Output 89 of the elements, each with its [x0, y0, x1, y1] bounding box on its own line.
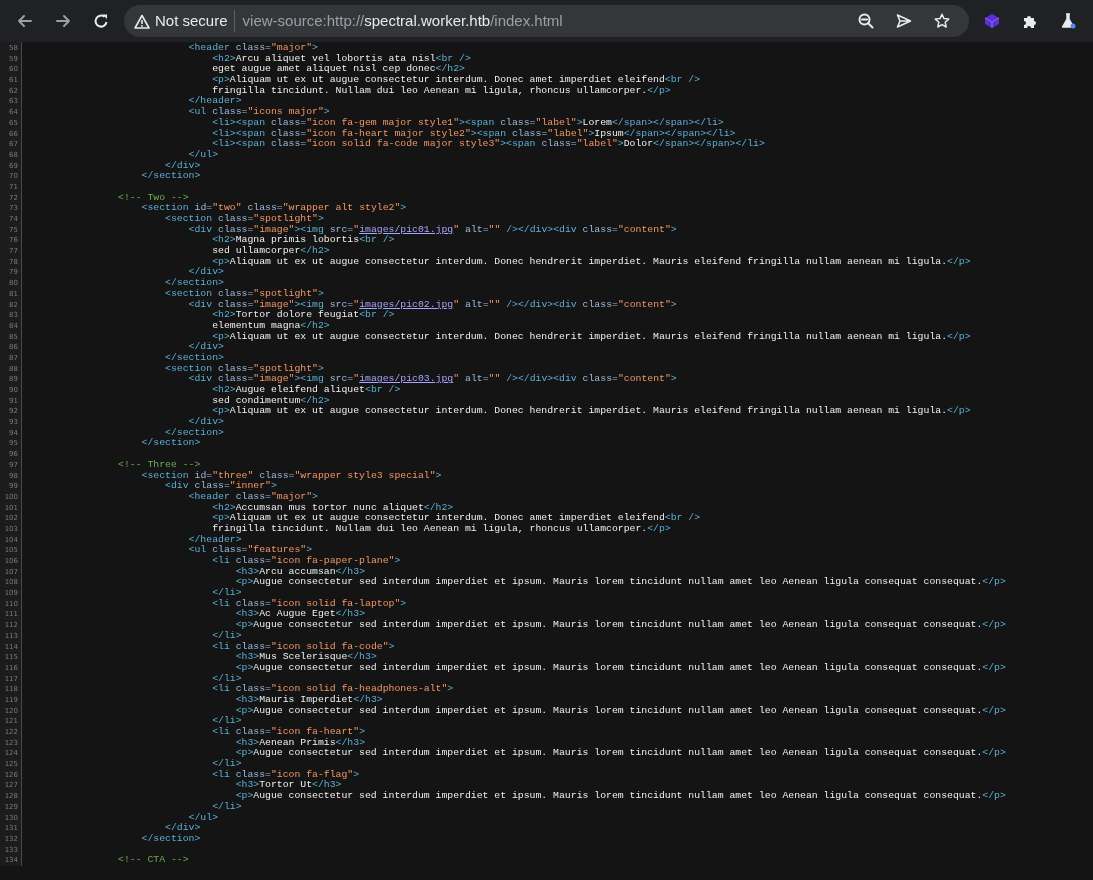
code-line: <div class="image"><img src="images/pic02.jpg" alt="" /></div><div class="content">: [188, 299, 677, 310]
code-line: <p>Augue consectetur sed interdum imperdiet et ipsum. Mauris lorem tincidunt nullam amet leo Aenean ligula consequat consequat.</p>: [235, 748, 1006, 759]
code-line: <p>Aliquam ut ex ut augue consectetur interdum. Donec amet imperdiet eleifend<br />: [212, 75, 701, 86]
code-comment: <!-- Three -->: [118, 459, 201, 471]
code-line: <li class="icon solid fa-code">: [212, 641, 395, 652]
code-line: <p>Augue consectetur sed interdum imperdiet et ipsum. Mauris lorem tincidunt nullam amet leo Aenean ligula consequat consequat.</p>: [235, 791, 1006, 802]
code-line: </li>: [212, 759, 242, 770]
code-line: sed ullamcorper</h2>: [212, 246, 330, 257]
code-comment: <!-- CTA -->: [118, 855, 189, 866]
code-line: </li>: [212, 801, 242, 813]
code-line: </section>: [165, 278, 224, 289]
code-line: <section id="three" class="wrapper style3 special">: [141, 470, 442, 481]
code-line: eget augue amet aliquet nisl cep donec</h2>: [212, 64, 465, 75]
code-line: </li>: [212, 588, 242, 599]
source-link[interactable]: images/pic02.jpg: [359, 298, 454, 310]
code-line: </li>: [212, 630, 242, 642]
code-line: <div class="image"><img src="images/pic01.jpg" alt="" /></div><div class="content">: [188, 224, 677, 235]
code-line: </section>: [141, 171, 201, 182]
code-line: <h2>Magna primis lobortis<br />: [212, 235, 395, 246]
code-line: <div class="image"><img src="images/pic03.jpg" alt="" /></div><div class="content">: [188, 374, 677, 385]
code-line: </div>: [188, 342, 224, 353]
code-line: </div>: [165, 160, 201, 171]
puzzle-icon: [1022, 13, 1038, 29]
code-line: <li><span class="icon fa-heart major style2"><span class="label">Ipsum</span></span></li>: [212, 128, 736, 139]
code-line: <p>Augue consectetur sed interdum imperdiet et ipsum. Mauris lorem tincidunt nullam amet leo Aenean ligula consequat consequat.</p>: [235, 705, 1006, 716]
code-line: <header class="major">: [188, 491, 318, 503]
code-line: <ul class="features">: [188, 545, 313, 556]
code-line: <li><span class="icon solid fa-code major style3"><span class="label">Dolor</span></span></li>: [212, 139, 765, 150]
code-line: </div>: [188, 417, 224, 428]
source-link[interactable]: images/pic03.jpg: [359, 373, 454, 385]
code-line: <p>Augue consectetur sed interdum imperdiet et ipsum. Mauris lorem tincidunt nullam amet leo Aenean ligula consequat consequat.</p>: [235, 620, 1006, 631]
code-line: <h3>Tortor Ut</h3>: [235, 780, 342, 792]
zoom-out-icon: [858, 13, 874, 29]
cube-icon: [984, 13, 1000, 29]
code-line: <p>Augue consectetur sed interdum imperdiet et ipsum. Mauris lorem tincidunt nullam amet leo Aenean ligula consequat consequat.</p>: [235, 662, 1006, 674]
code-line: <section class="spotlight">: [165, 288, 324, 300]
code-line: <h2>Arcu aliquet vel lobortis ata nisl<br />: [212, 53, 471, 64]
forward-arrow-icon: [55, 13, 71, 29]
code-line: fringilla tincidunt. Nullam dui leo Aenean mi ligula, rhoncus ullamcorper.</p>: [212, 523, 671, 535]
code-line: </header>: [188, 96, 242, 107]
code-line: <li class="icon fa-flag">: [212, 769, 360, 780]
code-line: <h3>Mauris Imperdiet</h3>: [235, 694, 383, 706]
code-line: <section class="spotlight">: [165, 363, 324, 374]
code-line: </ul>: [188, 812, 218, 823]
code-line: <p>Augue consectetur sed interdum imperdiet et ipsum. Mauris lorem tincidunt nullam amet leo Aenean ligula consequat consequat.</p>: [235, 577, 1006, 588]
code-line: </ul>: [188, 149, 218, 161]
code-line: <p>Aliquam ut ex ut augue consectetur interdum. Donec hendrerit imperdiet. Mauris eleifend fringilla nullam aenean mi ligula.</p>: [212, 256, 971, 267]
code-line: <h3>Mus Scelerisque</h3>: [235, 652, 377, 663]
code-line: <section id="two" class="wrapper alt style2">: [141, 203, 407, 214]
code-line: </li>: [212, 716, 242, 727]
code-line: <li class="icon fa-paper-plane">: [212, 556, 401, 567]
security-chip[interactable]: Not secure: [132, 10, 235, 32]
code-line: </div>: [188, 267, 224, 278]
code-line: </section>: [165, 352, 224, 364]
code-line: <h3>Aenean Primis</h3>: [235, 737, 365, 748]
flask-icon: [1060, 13, 1076, 29]
code-line: <p>Aliquam ut ex ut augue consectetur interdum. Donec hendrerit imperdiet. Mauris eleifend fringilla nullam aenean mi ligula.</p>: [212, 331, 971, 342]
code-line: <p>Aliquam ut ex ut augue consectetur interdum. Donec hendrerit imperdiet. Mauris eleifend fringilla nullam aenean mi ligula.</p>: [212, 406, 971, 417]
source-link[interactable]: images/pic01.jpg: [359, 223, 454, 235]
code-line: fringilla tincidunt. Nullam dui leo Aenean mi ligula, rhoncus ullamcorper.</p>: [212, 85, 671, 96]
code-line: <li><span class="icon fa-gem major style1"><span class="label">Lorem</span></span></li>: [212, 117, 724, 129]
code-line: <p>Aliquam ut ex ut augue consectetur interdum. Donec amet imperdiet eleifend<br />: [212, 513, 701, 524]
code-line: <li class="icon fa-heart">: [212, 727, 365, 738]
code-line: <ul class="icons major">: [188, 107, 330, 118]
back-arrow-icon: [17, 13, 33, 29]
code-line: <h2>Accumsan mus tortor nunc aliquet</h2>: [212, 502, 454, 513]
code-line: <header class="major">: [188, 43, 318, 54]
code-line: <li class="icon solid fa-headphones-alt">: [212, 684, 454, 695]
code-line: </li>: [212, 673, 242, 684]
code-line: elementum magna</h2>: [212, 320, 330, 332]
code-line: sed condimentum</h2>: [212, 395, 330, 406]
send-icon: [896, 13, 912, 29]
code-line: </div>: [165, 823, 201, 834]
code-line: <li class="icon solid fa-laptop">: [212, 598, 407, 609]
address-text[interactable]: view-source:http://spectral.worker.htb/index.html: [242, 9, 563, 33]
code-line: <section class="spotlight">: [165, 214, 324, 225]
code-line: <div class="inner">: [165, 481, 277, 492]
reload-icon: [93, 13, 109, 29]
code-line: </section>: [165, 427, 224, 438]
code-line: <h2>Augue eleifend aliquet<br />: [212, 385, 401, 396]
code-line: </section>: [141, 438, 201, 450]
code-line: <h2>Tortor dolore feugiat<br />: [212, 310, 395, 321]
warning-icon: [134, 13, 150, 29]
code-line: </header>: [188, 534, 242, 545]
star-icon: [934, 13, 950, 29]
code-line: <h3>Arcu accumsan</h3>: [235, 566, 365, 577]
code-line: </section>: [141, 833, 201, 845]
code-comment: <!-- Two -->: [118, 192, 189, 203]
code-line: <h3>Ac Augue Eget</h3>: [235, 609, 365, 620]
